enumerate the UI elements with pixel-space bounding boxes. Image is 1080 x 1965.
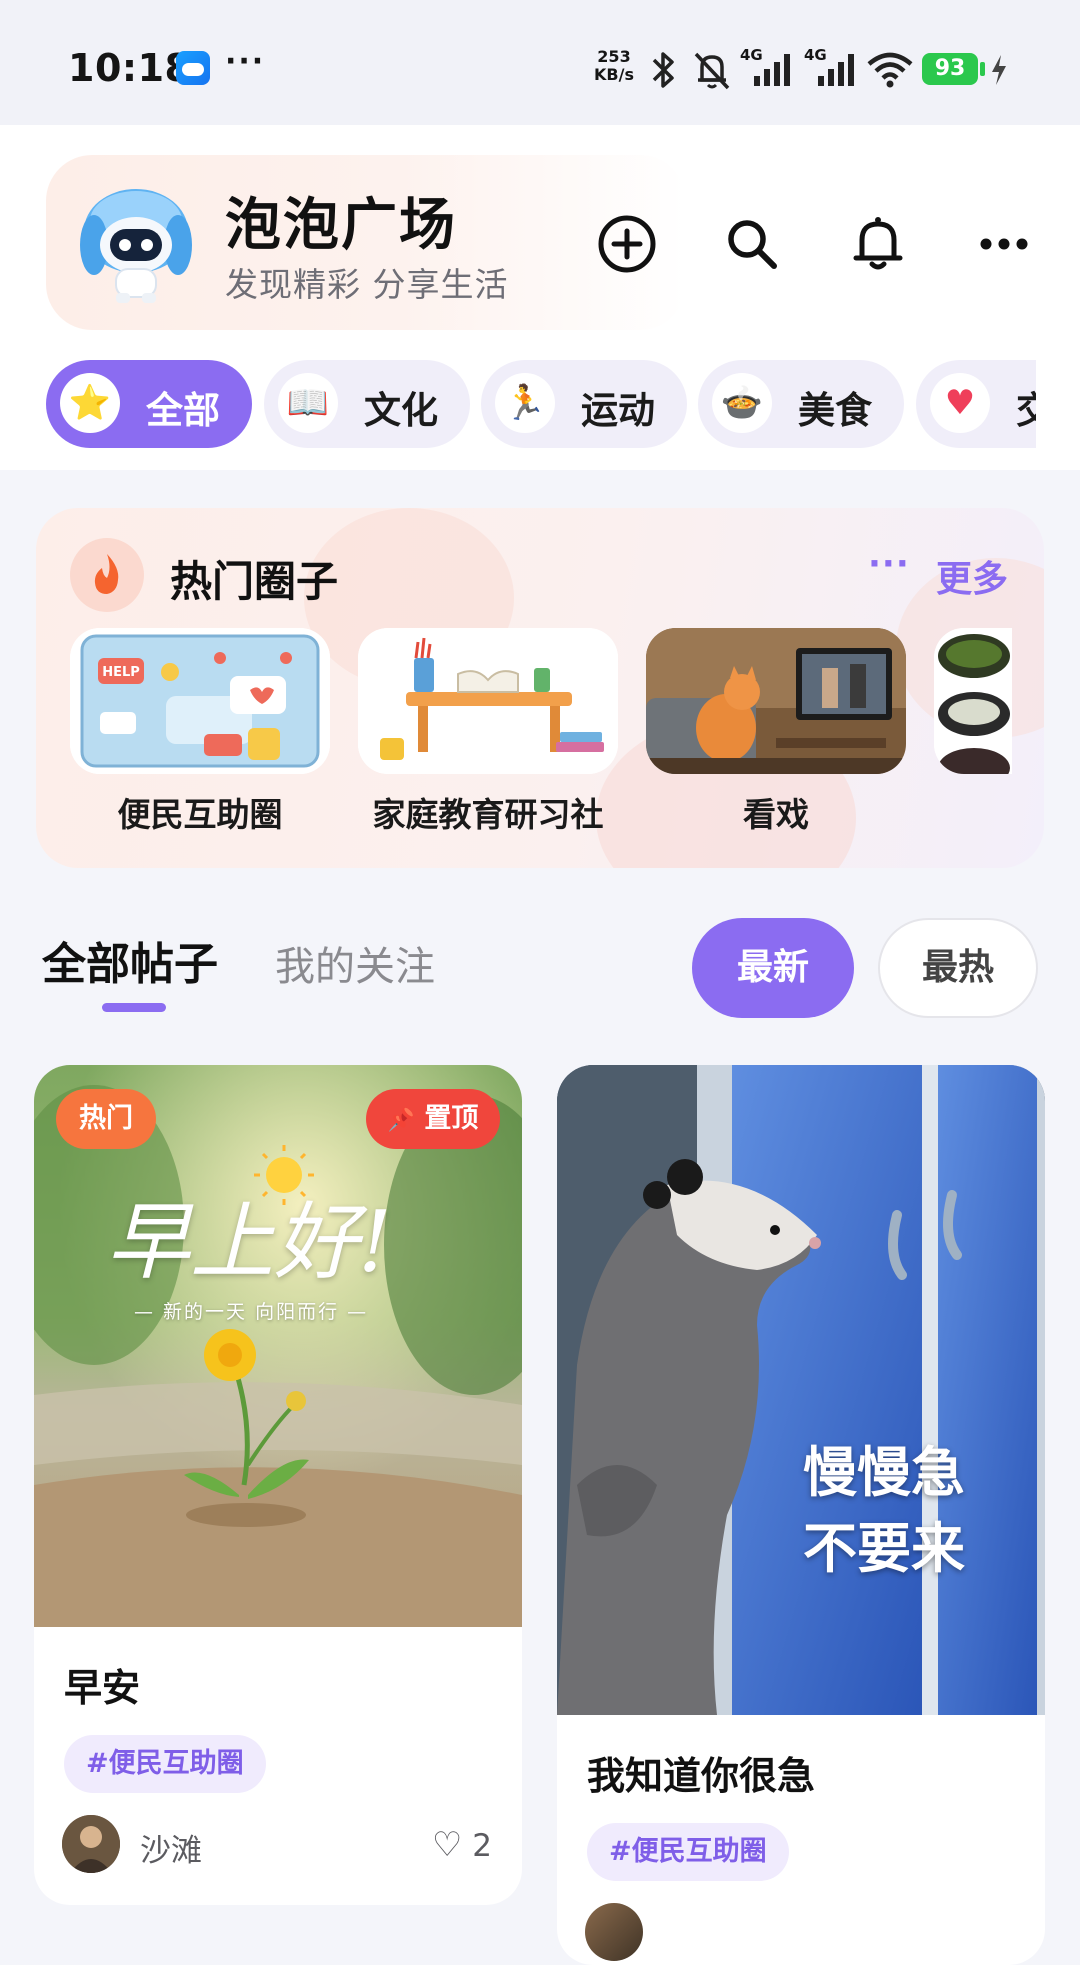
notification-bell-button[interactable] (846, 212, 910, 276)
heart-outline-icon: ♡ (431, 1825, 463, 1865)
charging-icon (992, 55, 1006, 85)
active-tab-indicator (102, 1003, 166, 1012)
status-time: 10:18 (68, 46, 192, 90)
circle-list: HELP 便民互助圈 家庭教育研习社 看戏 (70, 628, 1012, 858)
post-image: 慢慢急 不要来 (557, 1065, 1045, 1715)
tab-following[interactable]: 我的关注 (275, 934, 435, 992)
svg-text:HELP: HELP (102, 665, 140, 680)
pinned-badge-label: 置顶 (424, 1103, 479, 1134)
post-tag[interactable]: #便民互助圈 (587, 1823, 789, 1881)
post-card[interactable]: 慢慢急 不要来 我知道你很急 #便民互助圈 (557, 1065, 1045, 1965)
circle-item[interactable]: 家庭教育研习社 (358, 628, 618, 836)
category-chip-social[interactable]: ♥ 交 (916, 360, 1036, 448)
category-chip-all[interactable]: ⭐ 全部 (46, 360, 252, 448)
pin-icon: 📌 (387, 1108, 415, 1133)
post-title: 我知道你很急 (587, 1754, 816, 1798)
category-chip-culture[interactable]: 📖 文化 (264, 360, 470, 448)
circle-thumbnail (358, 628, 618, 774)
post-image-text: 慢慢急 不要来 (803, 1435, 965, 1587)
avatar[interactable] (62, 1815, 120, 1873)
circle-name: 分 (934, 788, 1012, 836)
post-image-text: 早上好! (106, 1193, 392, 1291)
runner-icon: 🏃 (495, 373, 555, 433)
circle-name: 便民互助圈 (117, 795, 283, 834)
circle-name: 家庭教育研习社 (372, 795, 604, 834)
mascot-logo (80, 189, 192, 303)
pinned-badge: 📌 置顶 (366, 1089, 500, 1149)
more-dots-icon[interactable]: ··· (868, 544, 910, 584)
battery-cap (980, 62, 985, 76)
post-tag[interactable]: #便民互助圈 (64, 1735, 266, 1793)
circle-thumbnail (646, 628, 906, 774)
post-title: 早安 (64, 1666, 141, 1710)
circle-thumbnail: HELP (70, 628, 330, 774)
hot-circles-title: 热门圈子 (170, 557, 339, 606)
wifi-icon (867, 52, 913, 88)
category-chip-label: 文化 (364, 389, 438, 432)
tab-all-posts[interactable]: 全部帖子 (42, 928, 218, 992)
like-count: 2 (472, 1828, 492, 1864)
category-chip-label: 运动 (581, 389, 655, 432)
heart-icon: ♥ (930, 373, 990, 433)
category-chip-label: 交 (1016, 389, 1036, 432)
network-speed: 253 KB/s (590, 48, 638, 84)
post-card[interactable]: 早上好! — 新的一天 向阳而行 — 热门 📌 置顶 早安 #便民互助圈 沙滩 … (34, 1065, 522, 1905)
network-speed-value: 253 (597, 47, 631, 66)
signal-icon (818, 54, 854, 86)
search-button[interactable] (720, 212, 784, 276)
category-chip-food[interactable]: 🍲 美食 (698, 360, 904, 448)
book-icon: 📖 (278, 373, 338, 433)
app-title: 泡泡广场 (225, 193, 457, 258)
circle-item[interactable]: 看戏 (646, 628, 906, 836)
hot-circles-card: 热门圈子 ··· 更多 HELP 便民互助圈 家庭教育研习社 看戏 (36, 508, 1044, 868)
network-speed-unit: KB/s (594, 65, 634, 84)
circle-item[interactable]: 分 (934, 628, 1012, 836)
app-subtitle: 发现精彩 分享生活 (225, 265, 509, 304)
category-chips: ⭐ 全部 📖 文化 🏃 运动 🍲 美食 ♥ 交 (46, 360, 1036, 448)
category-chip-sports[interactable]: 🏃 运动 (481, 360, 687, 448)
battery-indicator: 93 (922, 53, 978, 85)
post-image: 早上好! — 新的一天 向阳而行 — 热门 📌 置顶 (34, 1065, 522, 1627)
mute-icon (694, 52, 730, 90)
post-image-text-line: 慢慢急 (803, 1441, 965, 1504)
post-image-subtext: — 新的一天 向阳而行 — (134, 1301, 369, 1323)
flame-icon (70, 538, 144, 612)
more-link[interactable]: 更多 (936, 550, 1008, 602)
circle-name: 看戏 (743, 795, 809, 834)
circle-item[interactable]: HELP 便民互助圈 (70, 628, 330, 836)
notification-dots: ··· (225, 44, 266, 79)
avatar[interactable] (585, 1903, 643, 1961)
star-icon: ⭐ (60, 373, 120, 433)
bluetooth-icon (652, 52, 674, 88)
weather-icon (176, 51, 210, 85)
circle-thumbnail (934, 628, 1012, 774)
dish-icon: 🍲 (712, 373, 772, 433)
category-chip-label: 美食 (798, 389, 872, 432)
add-post-button[interactable] (595, 212, 659, 276)
sort-hottest-button[interactable]: 最热 (878, 918, 1038, 1018)
post-image-text-line: 不要来 (803, 1517, 965, 1580)
author-name: 沙滩 (140, 1833, 202, 1869)
category-chip-label: 全部 (146, 389, 220, 432)
hot-badge: 热门 (56, 1089, 156, 1149)
signal-icon (754, 54, 790, 86)
status-bar: 10:18 ··· 253 KB/s 4G 4G 93 (0, 0, 1080, 125)
like-button[interactable]: ♡ 2 (432, 1825, 492, 1865)
more-options-button[interactable] (972, 212, 1036, 276)
sort-latest-button[interactable]: 最新 (692, 918, 854, 1018)
